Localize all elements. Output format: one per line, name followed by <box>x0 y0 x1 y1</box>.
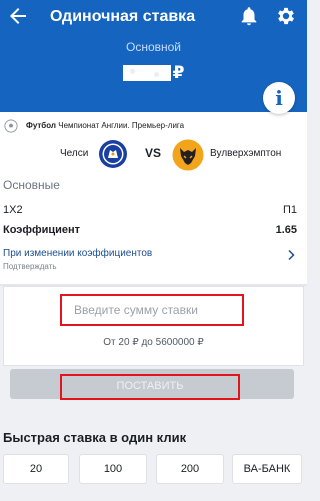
market-name: 1X2 <box>3 204 23 216</box>
event-card: Футбол Чемпионат Англии. Премьер-лига Че… <box>0 112 307 284</box>
quick-bet-title: Быстрая ставка в один клик <box>3 430 187 445</box>
info-icon[interactable]: i <box>263 82 295 114</box>
chelsea-crest-icon <box>99 140 127 168</box>
stake-amount-input[interactable] <box>60 294 244 326</box>
page-title: Одиночная ставка <box>50 8 196 25</box>
balance-mask <box>122 65 171 81</box>
section-title: Основные <box>3 178 60 192</box>
outcome-name: П1 <box>282 204 297 216</box>
balance: ₽ <box>0 63 307 83</box>
coefficient-row: Коэффициент 1.65 <box>0 222 307 240</box>
sport-name: Футбол <box>26 121 57 131</box>
back-arrow-icon[interactable] <box>6 4 30 28</box>
quick-bet-all-in-button[interactable]: ВА-БАНК <box>232 454 302 484</box>
quick-bet-20-button[interactable]: 20 <box>3 454 69 484</box>
vs-label: VS <box>145 146 162 160</box>
quick-bet-200-button[interactable]: 200 <box>156 454 224 484</box>
header-notch <box>137 96 171 112</box>
odds-change-value-row: Подтверждать <box>0 260 307 278</box>
gear-icon[interactable] <box>275 5 297 27</box>
quick-bet-100-button[interactable]: 100 <box>79 454 147 484</box>
odds-change-label[interactable]: При изменении коэффициентов <box>3 248 152 259</box>
league-line: Футбол Чемпионат Англии. Премьер-лига <box>4 119 184 133</box>
stake-range: От 20 ₽ до 5600000 ₽ <box>103 337 204 348</box>
teams-row: Челси VS Вулверхэмптон <box>0 138 307 172</box>
team-home: Челси <box>60 148 89 159</box>
place-bet-label[interactable]: ПОСТАВИТЬ <box>60 380 240 392</box>
market-row: 1X2 П1 <box>0 202 307 220</box>
balance-currency: ₽ <box>172 63 185 82</box>
wolves-crest-icon <box>172 139 204 171</box>
odds-change-value: Подтверждать <box>3 262 57 271</box>
soccer-ball-icon <box>4 119 18 133</box>
league-name: Чемпионат Англии. Премьер-лига <box>58 121 185 131</box>
bell-icon[interactable] <box>238 5 260 27</box>
team-away: Вулверхэмптон <box>210 148 282 159</box>
coefficient-label: Коэффициент <box>3 224 81 236</box>
account-type: Основной <box>125 40 181 54</box>
top-bar: Одиночная ставка <box>0 0 307 34</box>
coefficient-value: 1.65 <box>275 224 297 236</box>
